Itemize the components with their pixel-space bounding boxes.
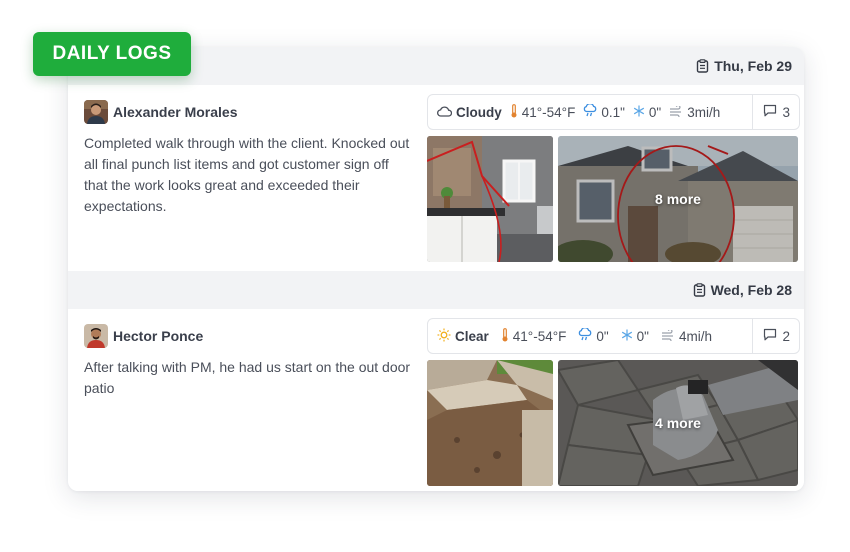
weather-snow: 0" — [621, 329, 649, 344]
author-name: Alexander Morales — [113, 104, 238, 120]
date-label: Wed, Feb 28 — [710, 282, 792, 298]
comments-button[interactable]: 3 — [752, 95, 799, 129]
log-entry[interactable]: Alexander Morales Completed walk through… — [68, 85, 804, 281]
author: Hector Ponce — [84, 323, 203, 349]
weather-temperature: 41°-54°F — [501, 327, 566, 345]
comment-icon — [763, 328, 777, 344]
avatar — [84, 100, 108, 124]
daily-logs-card: Thu, Feb 29 Alexander Morales Completed … — [68, 47, 804, 491]
thermometer-icon — [501, 327, 509, 345]
rain-cloud-icon — [578, 327, 592, 344]
weather-wind: 4mi/h — [661, 328, 712, 344]
log-note: After talking with PM, he had us start o… — [84, 359, 411, 396]
clipboard-icon — [693, 283, 706, 297]
thermometer-icon — [510, 103, 518, 121]
daily-logs-widget: Thu, Feb 29 Alexander Morales Completed … — [0, 0, 850, 552]
comment-count: 3 — [782, 104, 790, 120]
more-photos-overlay[interactable]: 8 more — [558, 136, 798, 262]
weather-precipitation: 0" — [578, 327, 609, 344]
photo-thumbnail[interactable] — [427, 136, 553, 262]
weather-wind: 3mi/h — [669, 104, 720, 120]
more-photos-overlay[interactable]: 4 more — [558, 360, 798, 486]
log-note: Completed walk through with the client. … — [84, 135, 410, 214]
cloud-icon — [437, 105, 453, 120]
weather-bar: Clear 41°-54°F 0" 0" 4mi/h 2 — [427, 318, 800, 354]
date-header: Wed, Feb 28 — [68, 271, 804, 309]
author: Alexander Morales — [84, 99, 238, 125]
photo-thumbnail-more[interactable]: 4 more — [558, 360, 798, 486]
wind-icon — [661, 328, 675, 344]
weather-temperature: 41°-54°F — [510, 103, 575, 121]
daily-logs-badge: DAILY LOGS — [33, 32, 191, 76]
date-label: Thu, Feb 29 — [714, 58, 792, 74]
snowflake-icon — [633, 105, 645, 120]
weather-precipitation: 0.1" — [583, 103, 625, 120]
comment-count: 2 — [782, 328, 790, 344]
weather-snow: 0" — [633, 105, 661, 120]
log-entry[interactable]: Hector Ponce After talking with PM, he h… — [68, 309, 804, 491]
avatar — [84, 324, 108, 348]
author-name: Hector Ponce — [113, 328, 204, 344]
photo-thumbnail[interactable] — [427, 360, 553, 486]
weather-condition: Clear — [437, 328, 489, 345]
snowflake-icon — [621, 329, 633, 344]
wind-icon — [669, 104, 683, 120]
comments-button[interactable]: 2 — [752, 319, 799, 353]
rain-cloud-icon — [583, 103, 597, 120]
sun-icon — [437, 328, 451, 345]
clipboard-icon — [696, 59, 709, 73]
weather-bar: Cloudy 41°-54°F 0.1" 0" 3mi/h 3 — [427, 94, 800, 130]
weather-condition: Cloudy — [437, 105, 502, 120]
photo-thumbnail-more[interactable]: 8 more — [558, 136, 798, 262]
comment-icon — [763, 104, 777, 120]
